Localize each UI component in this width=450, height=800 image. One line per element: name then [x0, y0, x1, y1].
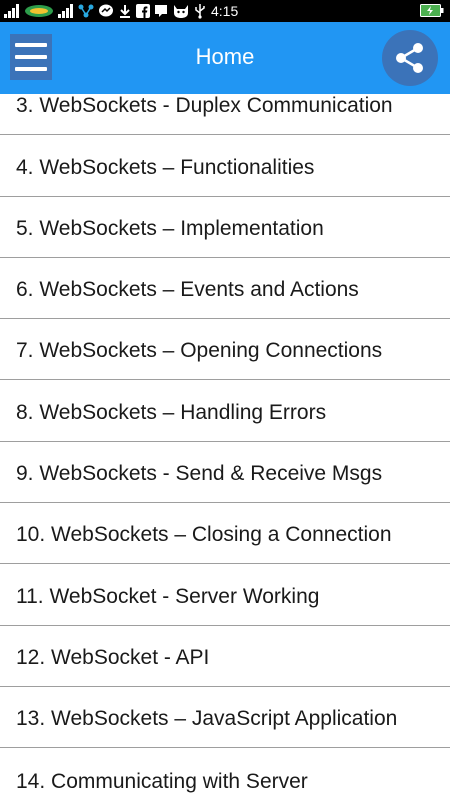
- list-item-label: 5. WebSockets – Implementation: [16, 216, 324, 240]
- list-item[interactable]: 13. WebSockets – JavaScript Application: [0, 687, 450, 749]
- list-item[interactable]: 12. WebSocket - API: [0, 626, 450, 687]
- download-icon: [118, 3, 132, 19]
- battery-charging-icon: [420, 4, 444, 17]
- signal-icon: [4, 3, 20, 19]
- list-item-label: 10. WebSockets – Closing a Connection: [16, 523, 392, 547]
- list-item-label: 13. WebSockets – JavaScript Application: [16, 707, 398, 731]
- carrier-logo-icon: [24, 3, 54, 19]
- list-item[interactable]: 9. WebSockets - Send & Receive Msgs: [0, 442, 450, 504]
- list-item[interactable]: 8. WebSockets – Handling Errors: [0, 380, 450, 442]
- list-item[interactable]: 7. WebSockets – Opening Connections: [0, 319, 450, 381]
- list-item[interactable]: 4. WebSockets – Functionalities: [0, 135, 450, 197]
- list-item[interactable]: 10. WebSockets – Closing a Connection: [0, 503, 450, 565]
- list-item[interactable]: 3. WebSockets - Duplex Communication: [0, 94, 450, 136]
- list-item-label: 9. WebSockets - Send & Receive Msgs: [16, 462, 383, 486]
- list-item[interactable]: 11. WebSocket - Server Working: [0, 564, 450, 626]
- list-item-label: 7. WebSockets – Opening Connections: [16, 339, 383, 363]
- status-time: 4:15: [211, 3, 239, 19]
- list-item-label: 11. WebSocket - Server Working: [16, 584, 320, 608]
- app-bar: Home: [0, 22, 450, 94]
- hangouts-icon: [154, 3, 168, 19]
- list-item-label: 3. WebSockets - Duplex Communication: [16, 94, 393, 118]
- share-icon[interactable]: [382, 30, 438, 86]
- list-item-label: 8. WebSockets – Handling Errors: [16, 400, 327, 424]
- signal-icon: [58, 3, 74, 19]
- list-item-label: 4. WebSockets – Functionalities: [16, 155, 315, 179]
- list-item-label: 6. WebSockets – Events and Actions: [16, 278, 359, 302]
- list-item[interactable]: 6. WebSockets – Events and Actions: [0, 258, 450, 320]
- usb-icon: [194, 3, 206, 19]
- topic-list: 3. WebSockets - Duplex Communication 4. …: [0, 94, 450, 800]
- list-item-label: 14. Communicating with Server: [16, 769, 308, 793]
- facebook-icon: [136, 3, 150, 19]
- network-share-icon: [78, 3, 94, 19]
- status-bar: 4:15: [0, 0, 450, 22]
- list-item[interactable]: 14. Communicating with Server: [0, 748, 450, 800]
- status-icons: [4, 2, 206, 20]
- list-item[interactable]: 5. WebSockets – Implementation: [0, 197, 450, 258]
- list-item-label: 12. WebSocket - API: [16, 645, 210, 669]
- messenger-icon: [98, 3, 114, 19]
- cat-icon: [172, 3, 190, 19]
